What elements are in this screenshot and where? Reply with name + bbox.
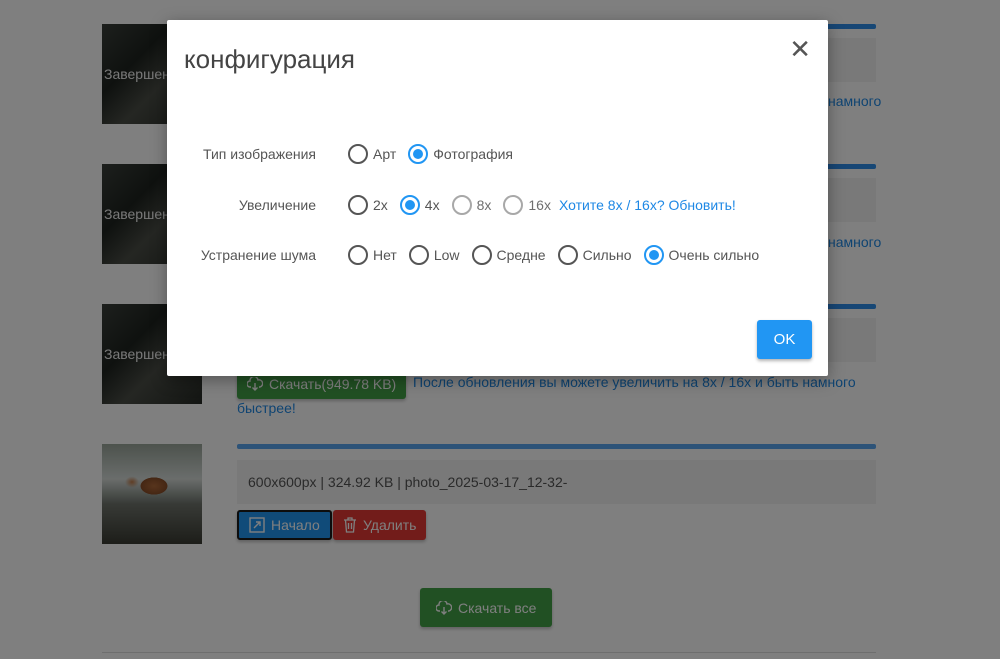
denoise-option-medium[interactable]: Средне (471, 245, 546, 265)
close-icon[interactable]: ✕ (789, 34, 811, 65)
radio-8x[interactable] (451, 195, 472, 215)
denoise-label: Устранение шума (200, 247, 316, 263)
scale-option-8x[interactable]: 8x (451, 195, 491, 215)
radio-art[interactable] (348, 144, 368, 164)
radio-medium[interactable] (471, 245, 492, 265)
scale-option-16x[interactable]: 16x (503, 195, 551, 215)
scale-options: 2x 4x 8x 16x Хотите 8x / 16x? Обновить! (348, 195, 736, 215)
denoise-option-very-strong[interactable]: Очень сильно (643, 245, 759, 265)
denoise-options: Нет Low Средне Сильно Очень сильно (348, 245, 771, 265)
radio-none[interactable] (348, 245, 368, 265)
radio-very-strong[interactable] (643, 245, 664, 265)
denoise-option-strong[interactable]: Сильно (557, 245, 632, 265)
denoise-option-none[interactable]: Нет (348, 245, 397, 265)
scale-option-4x[interactable]: 4x (399, 195, 440, 215)
denoise-option-low[interactable]: Low (408, 245, 460, 265)
image-type-option-art[interactable]: Арт (348, 144, 396, 164)
radio-low[interactable] (408, 245, 429, 265)
radio-2x[interactable] (348, 195, 368, 215)
ok-button[interactable]: OK (757, 320, 812, 359)
radio-photo[interactable] (408, 144, 429, 164)
upgrade-link[interactable]: Хотите 8x / 16x? Обновить! (559, 197, 736, 213)
radio-4x[interactable] (399, 195, 420, 215)
image-type-option-photo[interactable]: Фотография (408, 144, 513, 164)
scale-option-2x[interactable]: 2x (348, 195, 388, 215)
radio-16x[interactable] (503, 195, 524, 215)
scale-label: Увеличение (238, 197, 316, 213)
dialog-title: конфигурация (184, 44, 356, 74)
image-type-options: Арт Фотография (348, 144, 525, 164)
image-type-label: Тип изображения (203, 146, 316, 162)
config-dialog: конфигурация ✕ Тип изображения Арт Фотог… (167, 20, 828, 376)
radio-strong[interactable] (557, 245, 578, 265)
